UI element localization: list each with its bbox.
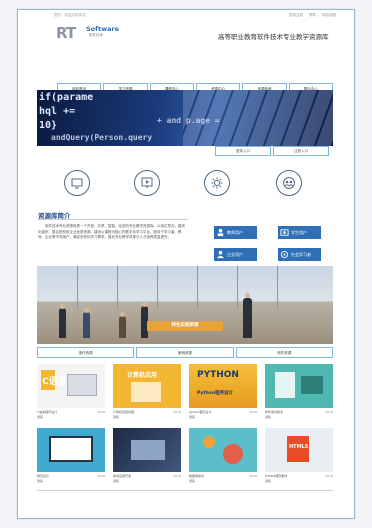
site-logo[interactable]: RT Software 软件技术 bbox=[56, 24, 128, 42]
tab-cases[interactable]: 案例资源 bbox=[136, 347, 234, 358]
resource-tabs: 操作资源 案例资源 软件资源 bbox=[37, 347, 333, 358]
course-caption: C语言程序设计 bbox=[37, 410, 58, 414]
teacher-icon bbox=[217, 228, 224, 237]
logo-subtitle: 软件技术 bbox=[89, 33, 103, 37]
course-year: 2018 bbox=[173, 474, 181, 478]
course-card[interactable]: 软件测试技术 课程 2018 bbox=[265, 364, 333, 422]
course-card[interactable]: 数据库技术 课程 2018 bbox=[189, 428, 257, 486]
course-year: 2018 bbox=[249, 410, 257, 414]
enterprise-user-button[interactable]: 企业用户 bbox=[214, 248, 257, 261]
course-thumb: 计算机应用 bbox=[113, 364, 181, 408]
enterprise-icon bbox=[216, 250, 225, 259]
course-card[interactable]: 网页设计 课程 2018 bbox=[37, 428, 105, 486]
tab-software[interactable]: 软件资源 bbox=[235, 347, 333, 358]
course-thumb: HTML5 bbox=[265, 428, 333, 472]
course-thumb bbox=[265, 364, 333, 408]
student-user-label: 学生用户 bbox=[291, 229, 307, 235]
login-link[interactable]: 登录注册 bbox=[289, 13, 303, 18]
course-card[interactable]: C语言 C语言程序设计 课程 2018 bbox=[37, 364, 105, 422]
site-title: 高等职业教育软件技术专业教学资源库 bbox=[218, 33, 329, 41]
gear-icon[interactable] bbox=[204, 170, 230, 196]
course-caption: Python程序设计 bbox=[189, 410, 212, 414]
tab-operation[interactable]: 操作资源 bbox=[37, 347, 135, 358]
intro-paragraph: 软件技术专业资源库是一个开放、共享、智能、动态的专业教学资源库。以岗位导向，模块… bbox=[38, 224, 185, 239]
welcome-text: 您好，欢迎光临本站 bbox=[54, 13, 86, 17]
top-bar: 您好，欢迎光临本站 登录注册 帮助 网站地图 bbox=[54, 12, 354, 20]
student-user-button[interactable]: 学生用户 bbox=[278, 226, 321, 239]
login-entry-tab[interactable]: 登录入口 bbox=[215, 146, 271, 156]
course-year: 2018 bbox=[173, 410, 181, 414]
course-author: 课程 bbox=[265, 479, 272, 483]
course-card[interactable]: HTML5 HTML5网页制作 课程 2018 bbox=[265, 428, 333, 486]
course-year: 2018 bbox=[249, 474, 257, 478]
banner-tabs: 登录入口 注册入口 bbox=[37, 146, 333, 158]
sitemap-link[interactable]: 网站地图 bbox=[322, 13, 336, 18]
course-author: 课程 bbox=[37, 415, 44, 419]
course-caption: 软件测试技术 bbox=[265, 410, 284, 414]
register-entry-tab[interactable]: 注册入口 bbox=[273, 146, 329, 156]
learner-user-label: 社会学习者 bbox=[291, 251, 311, 257]
course-caption: 移动应用开发 bbox=[113, 474, 132, 478]
teacher-user-button[interactable]: 教师用户 bbox=[214, 226, 257, 239]
enterprise-user-label: 企业用户 bbox=[227, 251, 243, 257]
footer-divider bbox=[37, 490, 333, 491]
course-year: 2018 bbox=[97, 474, 105, 478]
course-thumb-title: PYTHON bbox=[197, 370, 239, 380]
course-caption: HTML5网页制作 bbox=[265, 474, 288, 478]
help-link[interactable]: 帮助 bbox=[309, 13, 316, 18]
course-caption: 数据库技术 bbox=[189, 474, 205, 478]
course-thumb bbox=[37, 428, 105, 472]
course-card[interactable]: PYTHON Python程序设计 Python程序设计 课程 2018 bbox=[189, 364, 257, 422]
logo-mark: RT bbox=[56, 24, 76, 42]
course-author: 课程 bbox=[113, 479, 120, 483]
course-author: 课程 bbox=[265, 415, 272, 419]
course-caption: 计算机应用基础 bbox=[113, 410, 135, 414]
course-author: 课程 bbox=[189, 415, 196, 419]
practice-photo: 特色实践资源 bbox=[37, 266, 333, 344]
hero-banner: if(parame hql += 10} andQuery(Person.que… bbox=[37, 90, 333, 146]
monitor-icon[interactable] bbox=[64, 170, 90, 196]
course-author: 课程 bbox=[189, 479, 196, 483]
course-thumb bbox=[113, 428, 181, 472]
learner-user-button[interactable]: 社会学习者 bbox=[278, 248, 321, 261]
course-author: 课程 bbox=[37, 479, 44, 483]
course-caption: 网页设计 bbox=[37, 474, 50, 478]
course-year: 2018 bbox=[325, 474, 333, 478]
photo-caption: 特色实践资源 bbox=[147, 321, 223, 331]
banner-code-line: + and p.age = bbox=[157, 116, 220, 125]
course-year: 2018 bbox=[325, 410, 333, 414]
course-thumb-title: C语言 bbox=[42, 377, 67, 387]
banner-code-line: hql += bbox=[39, 106, 76, 117]
course-thumb-sub: Python程序设计 bbox=[197, 391, 233, 396]
intro-divider bbox=[38, 219, 188, 220]
banner-code-line: andQuery(Person.query bbox=[51, 133, 153, 142]
logo-brand: Software bbox=[86, 25, 120, 33]
course-thumb bbox=[189, 428, 257, 472]
banner-code-line: if(parame bbox=[39, 92, 94, 103]
people-group-icon[interactable] bbox=[276, 170, 302, 196]
course-author: 课程 bbox=[113, 415, 120, 419]
course-thumb-title: HTML5 bbox=[289, 444, 309, 450]
course-year: 2018 bbox=[97, 410, 105, 414]
course-thumb: PYTHON Python程序设计 bbox=[189, 364, 257, 408]
feature-icons bbox=[50, 170, 320, 198]
learner-icon bbox=[280, 250, 289, 259]
teacher-user-label: 教师用户 bbox=[227, 229, 243, 235]
course-card[interactable]: 移动应用开发 课程 2018 bbox=[113, 428, 181, 486]
student-icon bbox=[280, 229, 289, 236]
screen-play-icon[interactable] bbox=[134, 170, 160, 196]
course-thumb: C语言 bbox=[37, 364, 105, 408]
course-thumb-title: 计算机应用 bbox=[127, 372, 158, 379]
course-card[interactable]: 计算机应用 计算机应用基础 课程 2018 bbox=[113, 364, 181, 422]
banner-code-line: 10} bbox=[39, 120, 58, 131]
